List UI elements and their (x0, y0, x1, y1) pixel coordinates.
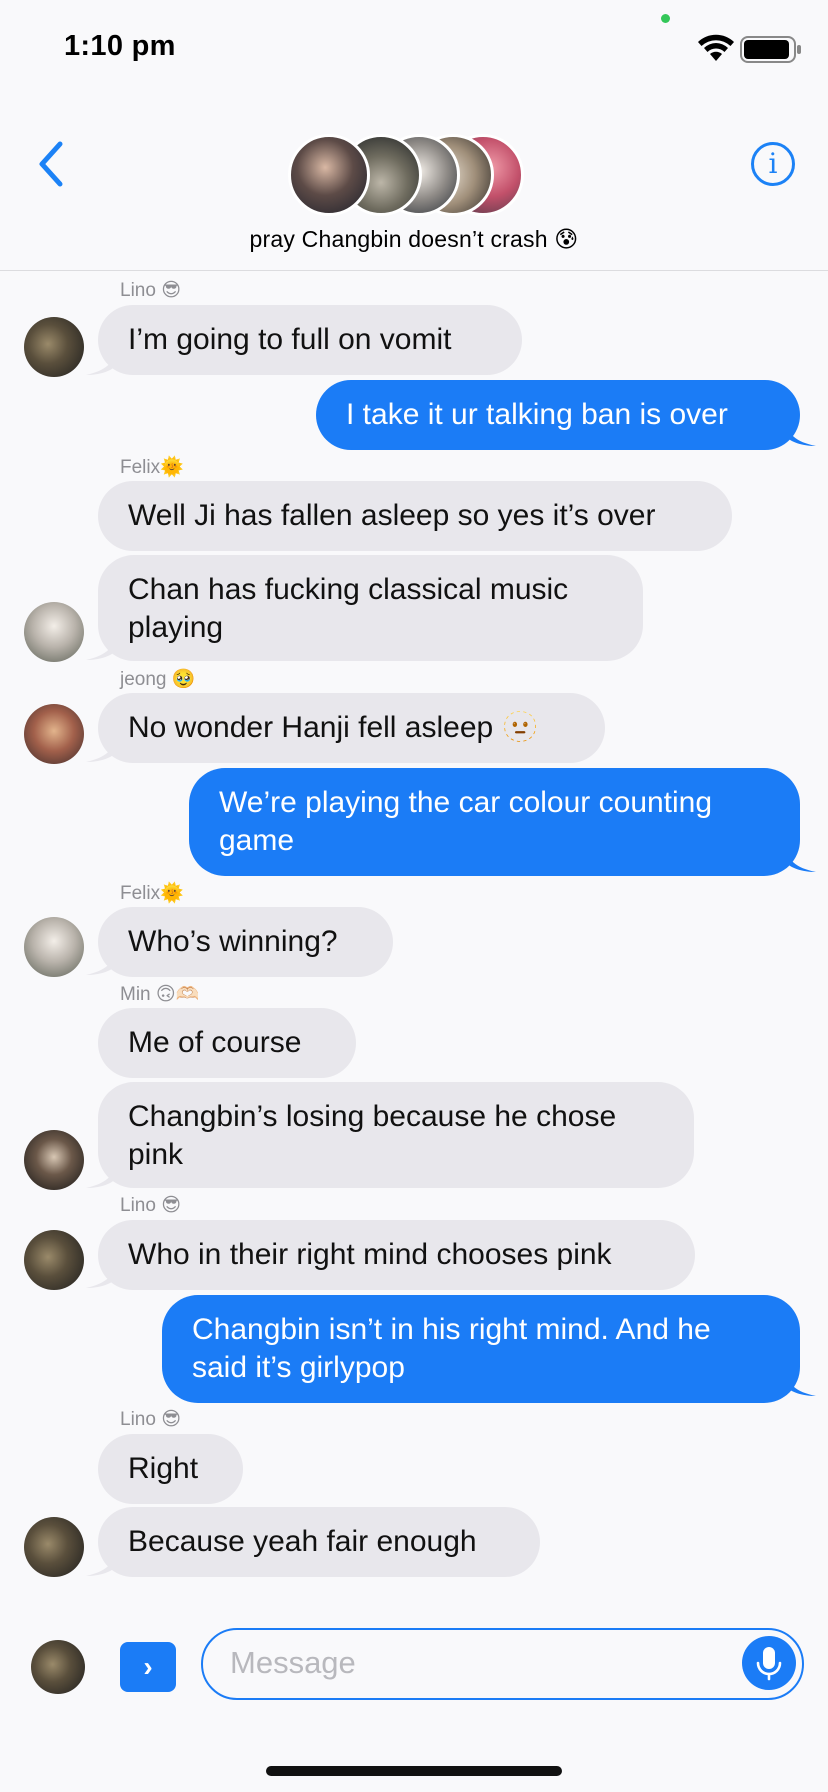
sender-avatar (24, 602, 84, 662)
message-bubble-incoming[interactable]: Changbin’s losing because he chose pink (98, 1082, 694, 1188)
message-line: Chan has fucking classical music (128, 573, 569, 606)
message-bubble-outgoing[interactable]: Changbin isn’t in his right mind. And he… (162, 1295, 800, 1403)
sender-avatar (24, 317, 84, 377)
back-chevron-icon[interactable] (34, 140, 68, 188)
sender-avatar (24, 704, 84, 764)
sender-name: Felix🌞 (120, 883, 184, 904)
sender-avatar (24, 1517, 84, 1577)
home-indicator[interactable] (266, 1766, 562, 1776)
apps-expand-button[interactable]: › (120, 1642, 176, 1692)
sender-avatar (24, 1130, 84, 1190)
wifi-icon (698, 34, 734, 61)
message-line: said it’s girlypop (192, 1351, 405, 1384)
message-bubble-incoming[interactable]: Because yeah fair enough (98, 1507, 540, 1577)
message-line: playing (128, 611, 224, 644)
message-line: game (219, 824, 295, 857)
sender-name: Felix🌞 (120, 457, 184, 478)
message-bubble-incoming[interactable]: Who in their right mind chooses pink (98, 1220, 695, 1290)
message-bubble-incoming[interactable]: I’m going to full on vomit (98, 305, 522, 375)
group-avatar (288, 134, 370, 216)
message-placeholder[interactable]: Message (230, 1645, 356, 1681)
sender-name: Lino 😎 (120, 280, 182, 301)
header-divider (0, 270, 828, 271)
message-line: Changbin isn’t in his right mind. And he (192, 1313, 711, 1346)
microphone-icon[interactable] (742, 1636, 796, 1690)
sender-name: Lino 😎 (120, 1195, 182, 1216)
memoji-avatar-button[interactable] (31, 1640, 85, 1694)
message-bubble-outgoing[interactable]: I take it ur talking ban is over (316, 380, 800, 450)
message-bubble-incoming[interactable]: Who’s winning? (98, 907, 393, 977)
battery-icon (740, 36, 801, 63)
message-bubble-incoming[interactable]: Chan has fucking classical music playing (98, 555, 643, 661)
group-avatars[interactable] (288, 134, 524, 216)
message-line: pink (128, 1138, 184, 1171)
message-bubble-outgoing[interactable]: We’re playing the car colour counting ga… (189, 768, 800, 876)
message-line: We’re playing the car colour counting (219, 786, 713, 819)
sender-name: Lino 😎 (120, 1409, 182, 1430)
sender-name: Min 🙃🫶🏻 (120, 984, 200, 1005)
group-title[interactable]: pray Changbin doesn’t crash 😰 (0, 226, 828, 253)
privacy-indicator-dot (661, 14, 670, 23)
message-bubble-incoming[interactable]: Right (98, 1434, 243, 1504)
message-bubble-incoming[interactable]: No wonder Hanji fell asleep 🫥 (98, 693, 605, 763)
sender-avatar (24, 1230, 84, 1290)
sender-avatar (24, 917, 84, 977)
message-line: Changbin’s losing because he chose (128, 1100, 617, 1133)
status-time: 1:10 pm (64, 30, 176, 62)
sender-name: jeong 🥹 (120, 669, 196, 690)
info-icon[interactable]: i (751, 142, 795, 186)
message-bubble-incoming[interactable]: Me of course (98, 1008, 356, 1078)
message-bubble-incoming[interactable]: Well Ji has fallen asleep so yes it’s ov… (98, 481, 732, 551)
